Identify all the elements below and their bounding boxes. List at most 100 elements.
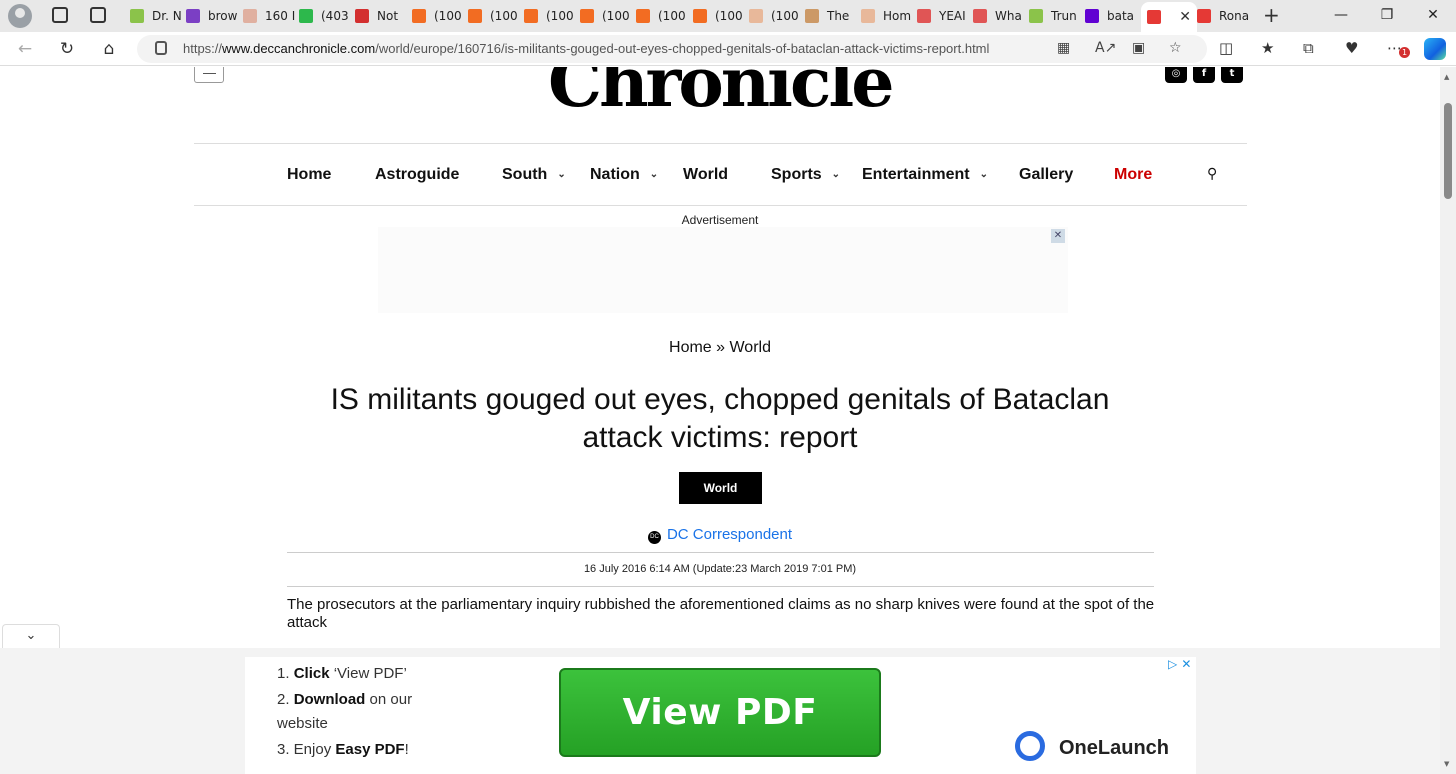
nav-entertainment[interactable]: Entertainment ⌄ <box>862 166 988 184</box>
scroll-down-icon[interactable]: ▼ <box>1444 760 1449 768</box>
tab-favicon-icon <box>917 9 931 23</box>
refresh-button[interactable]: ↻ <box>56 38 78 60</box>
browser-tab[interactable]: Not <box>355 4 407 28</box>
browser-tab[interactable]: bata <box>1085 4 1137 28</box>
tab-label: 160 I <box>265 9 295 23</box>
nav-home[interactable]: Home <box>287 166 331 184</box>
favorites-icon[interactable]: ★ <box>1261 39 1274 57</box>
tab-actions-icon[interactable] <box>90 7 106 23</box>
advertisement-banner[interactable] <box>378 227 1068 313</box>
ad-step-2: 2. Download on our <box>277 691 413 708</box>
browser-tab[interactable]: Wha <box>973 4 1025 28</box>
minimize-button[interactable]: — <box>1318 0 1364 32</box>
nav-more[interactable]: More <box>1114 166 1152 184</box>
tab-favicon-icon <box>299 9 313 23</box>
bottom-advertisement[interactable]: 1. Click ‘View PDF’ 2. Download on our w… <box>245 657 1196 774</box>
browser-tab[interactable]: (100 <box>749 4 801 28</box>
browser-tab[interactable]: Trun <box>1029 4 1081 28</box>
scrollbar-thumb[interactable] <box>1444 103 1452 199</box>
back-button[interactable]: ← <box>14 38 36 60</box>
immersive-reader-icon[interactable]: ▣ <box>1132 40 1145 56</box>
tab-label: (100 <box>771 9 799 23</box>
scroll-up-icon[interactable]: ▲ <box>1444 73 1449 81</box>
tab-label: bata <box>1107 9 1135 23</box>
ad-close-icon[interactable]: ✕ <box>1051 229 1065 243</box>
browser-tab[interactable]: Dr. N <box>130 4 182 28</box>
address-toolbar: ← ↻ ⌂ https://www.deccanchronicle.com/wo… <box>0 32 1456 66</box>
publish-dateline: 16 July 2016 6:14 AM (Update:23 March 20… <box>583 563 857 575</box>
nav-nation[interactable]: Nation ⌄ <box>590 166 658 184</box>
author-byline[interactable]: DC DC Correspondent <box>0 526 1440 544</box>
site-logo[interactable]: Chronicle <box>548 67 895 117</box>
tab-favicon-icon <box>355 9 369 23</box>
nav-world[interactable]: World <box>683 166 728 184</box>
nav-south[interactable]: South ⌄ <box>502 166 566 184</box>
favorite-star-icon[interactable]: ☆ <box>1169 40 1182 56</box>
author-avatar-icon: DC <box>647 531 661 544</box>
search-icon[interactable]: ⚲ <box>1207 166 1217 182</box>
address-bar[interactable]: https://www.deccanchronicle.com/world/eu… <box>137 35 1207 63</box>
divider <box>287 552 1154 553</box>
tab-favicon-icon <box>468 9 482 23</box>
lock-icon[interactable] <box>155 41 167 55</box>
browser-tab[interactable]: (100 <box>468 4 520 28</box>
author-name[interactable]: DC Correspondent <box>667 526 792 543</box>
home-button[interactable]: ⌂ <box>98 38 120 60</box>
hamburger-menu-icon[interactable] <box>194 67 224 83</box>
browser-tab[interactable]: (100 <box>580 4 632 28</box>
browser-tab[interactable]: (100 <box>693 4 745 28</box>
profile-icon[interactable] <box>8 4 32 28</box>
copilot-icon[interactable] <box>1424 38 1446 60</box>
browser-tab[interactable]: (100 <box>524 4 576 28</box>
view-pdf-button[interactable]: View PDF <box>559 668 881 757</box>
tab-label: Dr. N <box>152 9 182 23</box>
facebook-icon[interactable]: f <box>1193 67 1215 83</box>
chevron-down-icon: ⌄ <box>25 628 37 643</box>
chevron-down-icon: ⌄ <box>831 169 841 180</box>
url-text[interactable]: https://www.deccanchronicle.com/world/eu… <box>183 41 989 56</box>
browser-tab[interactable]: The <box>805 4 857 28</box>
collapse-ad-button[interactable]: ⌄ <box>2 624 60 648</box>
browser-essentials-icon[interactable]: ♥ <box>1345 39 1358 57</box>
category-badge[interactable]: World <box>679 472 762 504</box>
tab-label: (100 <box>434 9 462 23</box>
page-scrollbar[interactable]: ▲ ▼ <box>1440 67 1456 774</box>
browser-tab[interactable]: brow <box>186 4 238 28</box>
ad-choices-icon[interactable]: ▷ ✕ <box>1168 657 1191 671</box>
new-tab-button[interactable]: + <box>1263 3 1280 27</box>
chevron-down-icon: ⌄ <box>979 169 988 180</box>
tab-label: (100 <box>546 9 574 23</box>
read-aloud-icon[interactable]: A↗ <box>1095 40 1116 56</box>
tab-active[interactable]: ✕ <box>1141 2 1197 32</box>
twitter-icon[interactable]: t <box>1221 67 1243 83</box>
browser-tab[interactable]: Rona <box>1197 4 1249 28</box>
app-available-icon[interactable]: ▦ <box>1057 40 1070 56</box>
split-screen-icon[interactable]: ◫ <box>1219 39 1233 57</box>
tab-label: Hom <box>883 9 912 23</box>
browser-tab[interactable]: (403 <box>299 4 351 28</box>
tab-favicon-icon <box>524 9 538 23</box>
instagram-icon[interactable]: ◎ <box>1165 67 1187 83</box>
nav-gallery[interactable]: Gallery <box>1019 166 1073 184</box>
browser-tab[interactable]: 160 I <box>243 4 295 28</box>
browser-tab[interactable]: Hom <box>861 4 913 28</box>
tab-favicon-icon <box>693 9 707 23</box>
close-window-button[interactable]: ✕ <box>1410 0 1456 32</box>
nav-sports[interactable]: Sports ⌄ <box>771 166 840 184</box>
tab-favicon-icon <box>130 9 144 23</box>
collections-icon[interactable]: ⧉ <box>1303 39 1314 57</box>
ad-step-3: 3. Enjoy Easy PDF! <box>277 741 409 758</box>
chevron-down-icon: ⌄ <box>649 169 659 180</box>
restore-button[interactable]: ❐ <box>1364 0 1410 32</box>
browser-tab[interactable]: (100 <box>636 4 688 28</box>
breadcrumb[interactable]: Home » World <box>0 339 1440 357</box>
browser-tab[interactable]: YEAI <box>917 4 969 28</box>
onelaunch-logo[interactable]: OneLaunch <box>1015 731 1169 761</box>
tab-favicon-icon <box>973 9 987 23</box>
workspaces-icon[interactable] <box>52 7 68 23</box>
close-tab-icon[interactable]: ✕ <box>1179 9 1191 25</box>
main-nav: Home Astroguide South ⌄ Nation ⌄ World Spo… <box>194 143 1247 206</box>
nav-astroguide[interactable]: Astroguide <box>375 166 459 184</box>
tab-label: (403 <box>321 9 349 23</box>
browser-tab[interactable]: (100 <box>412 4 464 28</box>
